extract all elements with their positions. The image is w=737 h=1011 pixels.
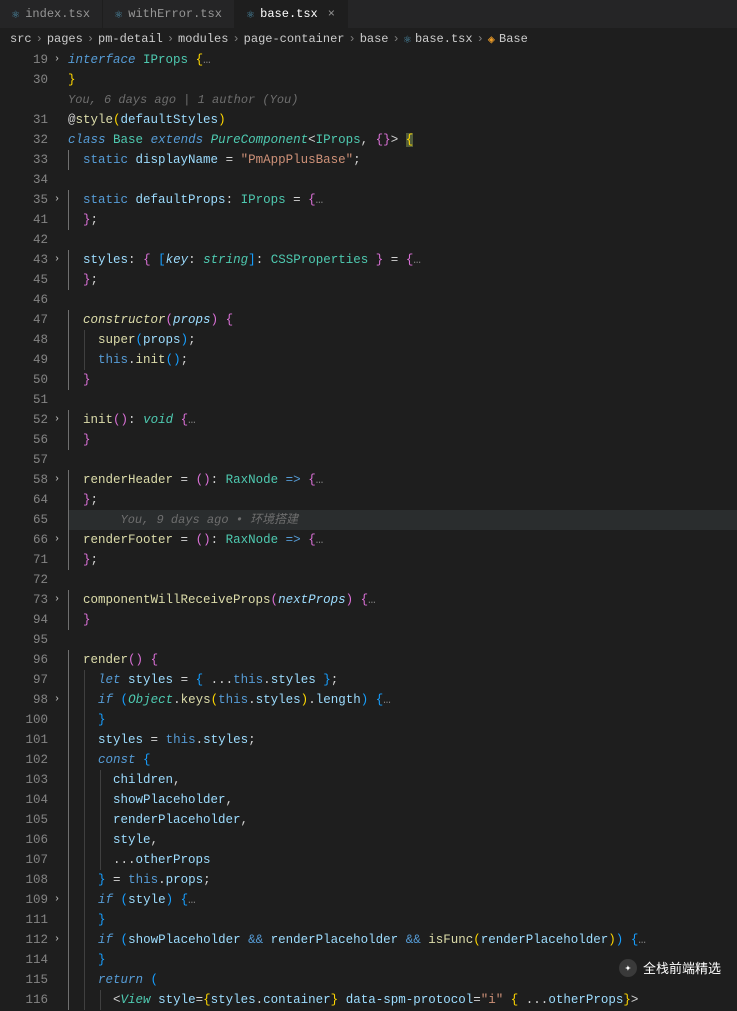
code-line[interactable]: }; <box>68 550 737 570</box>
code-line[interactable]: @style(defaultStyles) <box>68 110 737 130</box>
code-line[interactable]: const { <box>68 750 737 770</box>
crumb[interactable]: pages <box>47 32 83 46</box>
code-line[interactable]: } <box>68 70 737 90</box>
fold-chevron-icon[interactable]: › <box>54 590 60 610</box>
tab-index[interactable]: ⚛ index.tsx <box>0 0 103 28</box>
code-line[interactable]: } <box>68 370 737 390</box>
tab-label: base.tsx <box>260 7 318 21</box>
chevron-right-icon: › <box>477 32 484 46</box>
code-line[interactable] <box>68 390 737 410</box>
code-line[interactable]: styles = this.styles; <box>68 730 737 750</box>
chevron-right-icon: › <box>87 32 94 46</box>
code-line[interactable] <box>68 630 737 650</box>
code-line[interactable]: }; <box>68 210 737 230</box>
code-line[interactable]: constructor(props) { <box>68 310 737 330</box>
tab-witherror[interactable]: ⚛ withError.tsx <box>103 0 235 28</box>
wechat-icon: ✦ <box>619 959 637 977</box>
close-icon[interactable]: × <box>328 7 335 21</box>
code-line[interactable]: children, <box>68 770 737 790</box>
line-gutter: 19›303132333435›414243›4546474849505152›… <box>0 50 62 1011</box>
fold-chevron-icon[interactable]: › <box>54 470 60 490</box>
code-line[interactable] <box>68 570 737 590</box>
code-line[interactable]: ...otherProps <box>68 850 737 870</box>
tab-label: index.tsx <box>25 7 90 21</box>
code-line[interactable]: style, <box>68 830 737 850</box>
code-line[interactable]: You, 6 days ago | 1 author (You) <box>68 90 737 110</box>
crumb[interactable]: src <box>10 32 32 46</box>
chevron-right-icon: › <box>393 32 400 46</box>
editor-tabs: ⚛ index.tsx ⚛ withError.tsx ⚛ base.tsx × <box>0 0 737 28</box>
crumb[interactable]: modules <box>178 32 228 46</box>
code-line[interactable]: init(): void {… <box>68 410 737 430</box>
fold-chevron-icon[interactable]: › <box>54 930 60 950</box>
code-line[interactable]: if (style) {… <box>68 890 737 910</box>
code-line[interactable]: renderFooter = (): RaxNode => {… <box>68 530 737 550</box>
code-line[interactable]: super(props); <box>68 330 737 350</box>
breadcrumb[interactable]: src › pages › pm-detail › modules › page-con… <box>0 28 737 50</box>
fold-chevron-icon[interactable]: › <box>54 250 60 270</box>
chevron-right-icon: › <box>36 32 43 46</box>
crumb[interactable]: base <box>360 32 389 46</box>
code-line[interactable]: let styles = { ...this.styles }; <box>68 670 737 690</box>
chevron-right-icon: › <box>349 32 356 46</box>
code-line[interactable]: } <box>68 710 737 730</box>
code-area[interactable]: interface IProps {…}You, 6 days ago | 1 … <box>62 50 737 1011</box>
code-line[interactable]: interface IProps {… <box>68 50 737 70</box>
react-icon: ⚛ <box>115 7 122 22</box>
react-icon: ⚛ <box>247 7 254 22</box>
code-line[interactable]: componentWillReceiveProps(nextProps) {… <box>68 590 737 610</box>
tab-base[interactable]: ⚛ base.tsx × <box>235 0 348 28</box>
chevron-right-icon: › <box>167 32 174 46</box>
watermark: ✦ 全栈前端精选 <box>619 958 721 977</box>
react-icon: ⚛ <box>404 32 411 47</box>
fold-chevron-icon[interactable]: › <box>54 530 60 550</box>
code-line[interactable]: static defaultProps: IProps = {… <box>68 190 737 210</box>
chevron-right-icon: › <box>232 32 239 46</box>
fold-chevron-icon[interactable]: › <box>54 410 60 430</box>
code-line[interactable]: renderPlaceholder, <box>68 810 737 830</box>
code-line[interactable]: render() { <box>68 650 737 670</box>
code-line[interactable]: <View style={styles.container} data-spm-… <box>68 990 737 1010</box>
code-line[interactable]: renderHeader = (): RaxNode => {… <box>68 470 737 490</box>
tab-label: withError.tsx <box>128 7 222 21</box>
react-icon: ⚛ <box>12 7 19 22</box>
code-line[interactable]: this.init(); <box>68 350 737 370</box>
code-line[interactable] <box>68 170 737 190</box>
code-editor[interactable]: 19›303132333435›414243›4546474849505152›… <box>0 50 737 1011</box>
crumb[interactable]: pm-detail <box>98 32 163 46</box>
code-line[interactable]: class Base extends PureComponent<IProps,… <box>68 130 737 150</box>
code-line[interactable]: }; <box>68 490 737 510</box>
code-line[interactable]: } = this.props; <box>68 870 737 890</box>
fold-chevron-icon[interactable]: › <box>54 190 60 210</box>
code-line[interactable]: You, 9 days ago • 环境搭建 <box>68 510 737 530</box>
code-line[interactable]: } <box>68 610 737 630</box>
fold-chevron-icon[interactable]: › <box>54 890 60 910</box>
crumb-symbol[interactable]: ◈Base <box>488 32 528 47</box>
fold-chevron-icon[interactable]: › <box>54 50 60 70</box>
code-line[interactable]: if (showPlaceholder && renderPlaceholder… <box>68 930 737 950</box>
code-line[interactable]: styles: { [key: string]: CSSProperties }… <box>68 250 737 270</box>
crumb[interactable]: page-container <box>244 32 345 46</box>
code-line[interactable] <box>68 290 737 310</box>
code-line[interactable]: }; <box>68 270 737 290</box>
code-line[interactable]: static displayName = "PmAppPlusBase"; <box>68 150 737 170</box>
fold-chevron-icon[interactable]: › <box>54 690 60 710</box>
class-icon: ◈ <box>488 32 495 47</box>
code-line[interactable]: if (Object.keys(this.styles).length) {… <box>68 690 737 710</box>
code-line[interactable]: } <box>68 910 737 930</box>
code-line[interactable]: showPlaceholder, <box>68 790 737 810</box>
crumb-file[interactable]: ⚛base.tsx <box>404 32 473 47</box>
code-line[interactable] <box>68 450 737 470</box>
code-line[interactable] <box>68 230 737 250</box>
code-line[interactable]: } <box>68 430 737 450</box>
